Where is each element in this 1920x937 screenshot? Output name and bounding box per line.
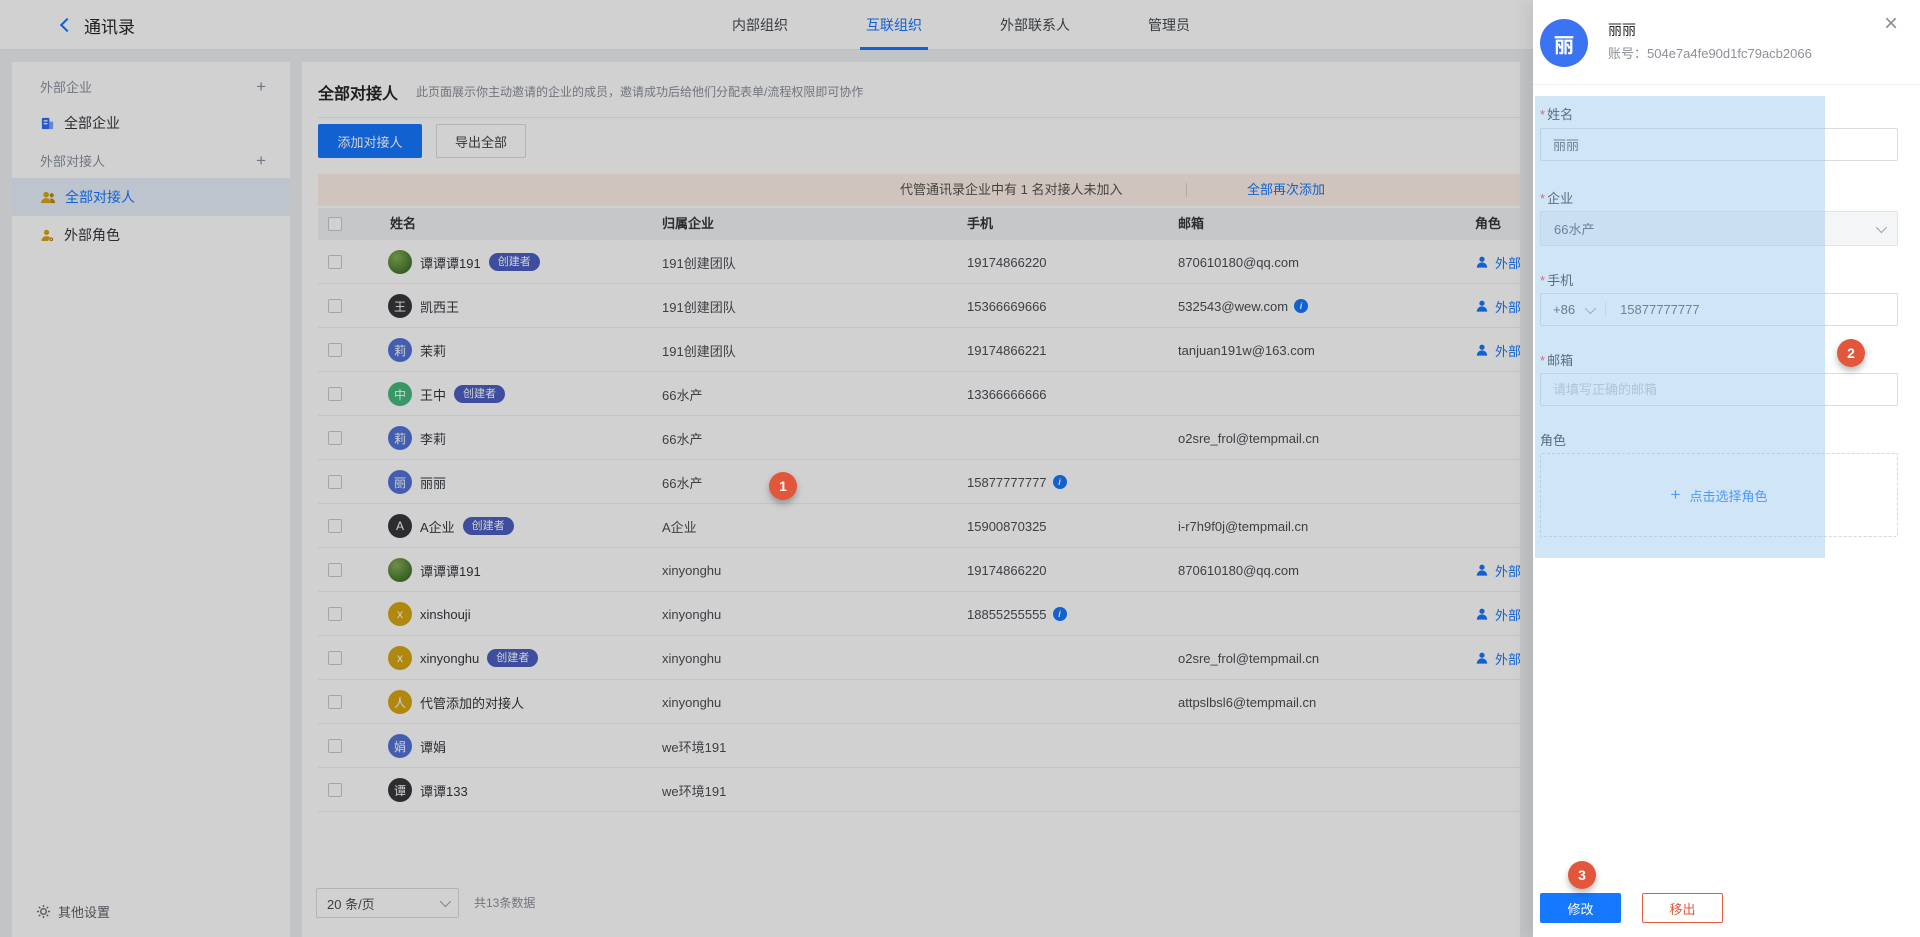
company-select-value: 66水产 — [1554, 219, 1594, 238]
select-role-label: 点击选择角色 — [1689, 486, 1767, 505]
chevron-down-icon — [1876, 221, 1887, 232]
phone-field-group: +86 — [1540, 293, 1898, 326]
name-field-label: 姓名 — [1540, 104, 1573, 123]
contact-detail-drawer: 丽 丽丽 账号：504e7a4fe90d1fc79acb2066 × 姓名 企业… — [1533, 0, 1920, 937]
phone-field-label: 手机 — [1540, 270, 1573, 289]
drawer-account-id: 账号：504e7a4fe90d1fc79acb2066 — [1608, 43, 1812, 62]
select-role-button[interactable]: + 点击选择角色 — [1540, 453, 1898, 537]
divider — [1605, 302, 1606, 318]
drawer-contact-name: 丽丽 — [1608, 20, 1636, 40]
country-code-value: +86 — [1553, 302, 1575, 317]
role-field-label: 角色 — [1540, 430, 1566, 449]
annotation-step-1: 1 — [769, 472, 797, 500]
avatar: 丽 — [1540, 19, 1588, 67]
annotation-step-2: 2 — [1837, 339, 1865, 367]
divider — [1533, 84, 1920, 85]
close-icon[interactable]: × — [1884, 12, 1898, 36]
company-field-label: 企业 — [1540, 188, 1573, 207]
country-code-select[interactable]: +86 — [1541, 302, 1605, 317]
plus-icon: + — [1671, 485, 1681, 505]
email-field-label: 邮箱 — [1540, 350, 1573, 369]
chevron-down-icon — [1585, 302, 1596, 313]
annotation-step-3: 3 — [1568, 861, 1596, 889]
email-field[interactable] — [1540, 373, 1898, 406]
company-select[interactable]: 66水产 — [1540, 211, 1898, 246]
phone-field[interactable] — [1608, 302, 1897, 317]
name-field[interactable] — [1540, 128, 1898, 161]
edit-button[interactable]: 修改 — [1540, 893, 1621, 923]
remove-button[interactable]: 移出 — [1642, 893, 1723, 923]
